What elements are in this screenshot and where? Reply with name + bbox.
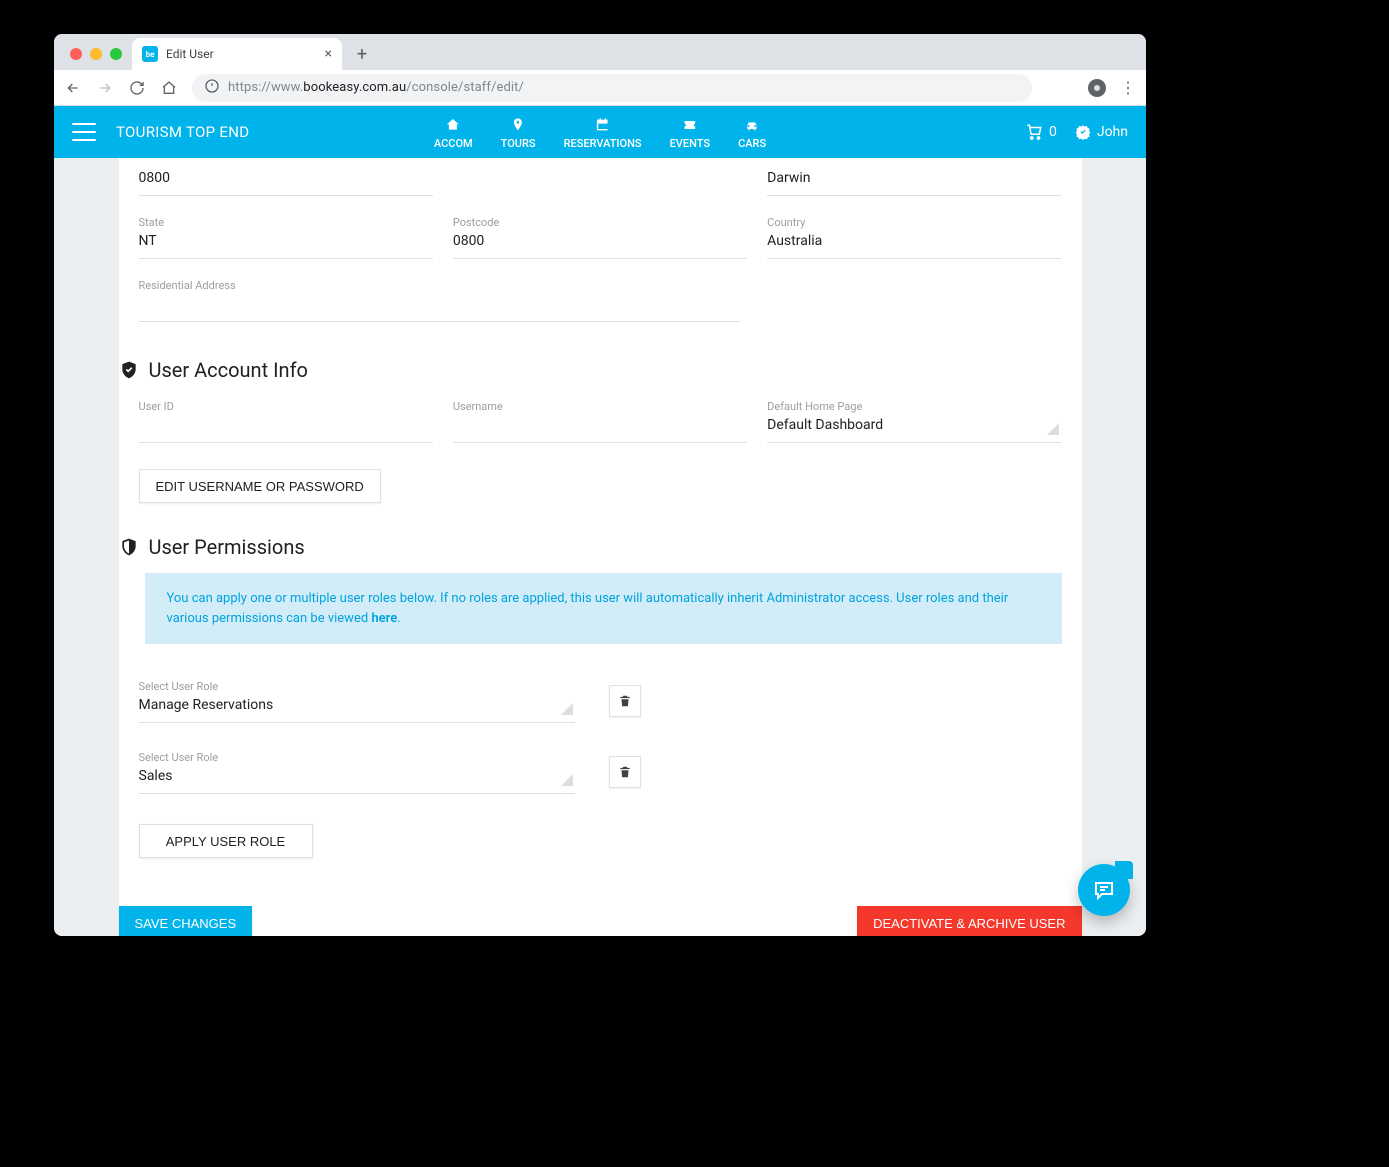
verified-user-icon	[119, 360, 139, 380]
new-tab-button[interactable]: +	[348, 40, 376, 68]
maximize-window-icon[interactable]	[110, 48, 122, 60]
app-header: TOURISM TOP END ACCOM TOURS RESERVATIONS…	[54, 106, 1146, 158]
field-postcode[interactable]: Postcode 0800	[453, 204, 747, 259]
field-suburb[interactable]: 0800	[139, 158, 433, 196]
tab-strip: be Edit User × +	[54, 34, 1146, 70]
field-username[interactable]: Username	[453, 388, 747, 443]
delete-role-2-button[interactable]	[609, 756, 641, 788]
field-country[interactable]: Country Australia	[767, 204, 1061, 259]
window-controls	[70, 48, 122, 60]
shield-icon	[119, 537, 139, 557]
reload-button[interactable]	[128, 79, 146, 97]
edit-credentials-button[interactable]: EDIT USERNAME OR PASSWORD	[139, 469, 381, 503]
car-icon	[743, 117, 761, 133]
nav-accom[interactable]: ACCOM	[434, 117, 473, 158]
field-default-homepage[interactable]: Default Home Page Default Dashboard	[767, 388, 1061, 443]
cart-button[interactable]: 0	[1025, 123, 1057, 141]
url-input[interactable]: https://www.bookeasy.com.au/console/staf…	[192, 74, 1032, 102]
field-user-id[interactable]: User ID	[139, 388, 433, 443]
deactivate-archive-button[interactable]: DEACTIVATE & ARCHIVE USER	[857, 906, 1081, 936]
tab-title: Edit User	[166, 47, 214, 61]
field-residential-address[interactable]: Residential Address	[139, 267, 740, 322]
browser-window: be Edit User × + https://www.bookeasy.co…	[54, 34, 1146, 936]
select-role-1[interactable]: Select User Role Manage Reservations	[139, 668, 575, 723]
user-menu[interactable]: John	[1075, 124, 1128, 140]
home-button[interactable]	[160, 79, 178, 97]
home-icon	[444, 117, 462, 133]
content-card: 0800 Darwin State NT Postcode 0800	[119, 158, 1082, 936]
browser-menu-icon[interactable]: ⋮	[1120, 78, 1136, 97]
top-nav: ACCOM TOURS RESERVATIONS EVENTS CARS	[434, 106, 766, 158]
trash-icon	[618, 765, 632, 779]
section-account-info: User Account Info	[119, 330, 1082, 388]
cart-icon	[1025, 123, 1043, 141]
delete-role-1-button[interactable]	[609, 685, 641, 717]
url-text: https://www.bookeasy.com.au/console/staf…	[228, 80, 524, 95]
browser-tab[interactable]: be Edit User ×	[132, 38, 342, 70]
section-title: User Account Info	[149, 358, 308, 382]
close-tab-icon[interactable]: ×	[325, 46, 332, 62]
section-title: User Permissions	[149, 535, 305, 559]
permissions-here-link[interactable]: here	[371, 611, 397, 626]
brand-title: TOURISM TOP END	[116, 123, 249, 141]
hamburger-menu-icon[interactable]	[72, 123, 96, 141]
site-info-icon[interactable]	[204, 78, 220, 98]
section-permissions: User Permissions	[119, 507, 1082, 565]
nav-events[interactable]: EVENTS	[670, 117, 710, 158]
chat-fab[interactable]	[1078, 864, 1130, 916]
trash-icon	[618, 694, 632, 708]
favicon-icon: be	[142, 46, 158, 62]
minimize-window-icon[interactable]	[90, 48, 102, 60]
field-city[interactable]: Darwin	[767, 158, 1061, 196]
nav-reservations[interactable]: RESERVATIONS	[564, 117, 642, 158]
ticket-icon	[681, 117, 699, 133]
field-city-spacer	[453, 158, 747, 196]
select-role-2[interactable]: Select User Role Sales	[139, 739, 575, 794]
save-changes-button[interactable]: SAVE CHANGES	[119, 906, 253, 936]
permissions-info-banner: You can apply one or multiple user roles…	[145, 573, 1062, 644]
cart-count: 0	[1049, 124, 1057, 140]
chat-icon	[1092, 878, 1116, 902]
page-body: 0800 Darwin State NT Postcode 0800	[54, 158, 1146, 936]
apply-user-role-button[interactable]: APPLY USER ROLE	[139, 824, 313, 858]
field-state[interactable]: State NT	[139, 204, 433, 259]
profile-icon[interactable]	[1088, 79, 1106, 97]
calendar-icon	[594, 117, 612, 133]
forward-button[interactable]	[96, 79, 114, 97]
back-button[interactable]	[64, 79, 82, 97]
close-window-icon[interactable]	[70, 48, 82, 60]
nav-tours[interactable]: TOURS	[501, 117, 536, 158]
verified-icon	[1075, 124, 1091, 140]
user-name: John	[1097, 124, 1128, 140]
pin-icon	[509, 117, 527, 133]
address-bar: https://www.bookeasy.com.au/console/staf…	[54, 70, 1146, 106]
nav-cars[interactable]: CARS	[738, 117, 766, 158]
